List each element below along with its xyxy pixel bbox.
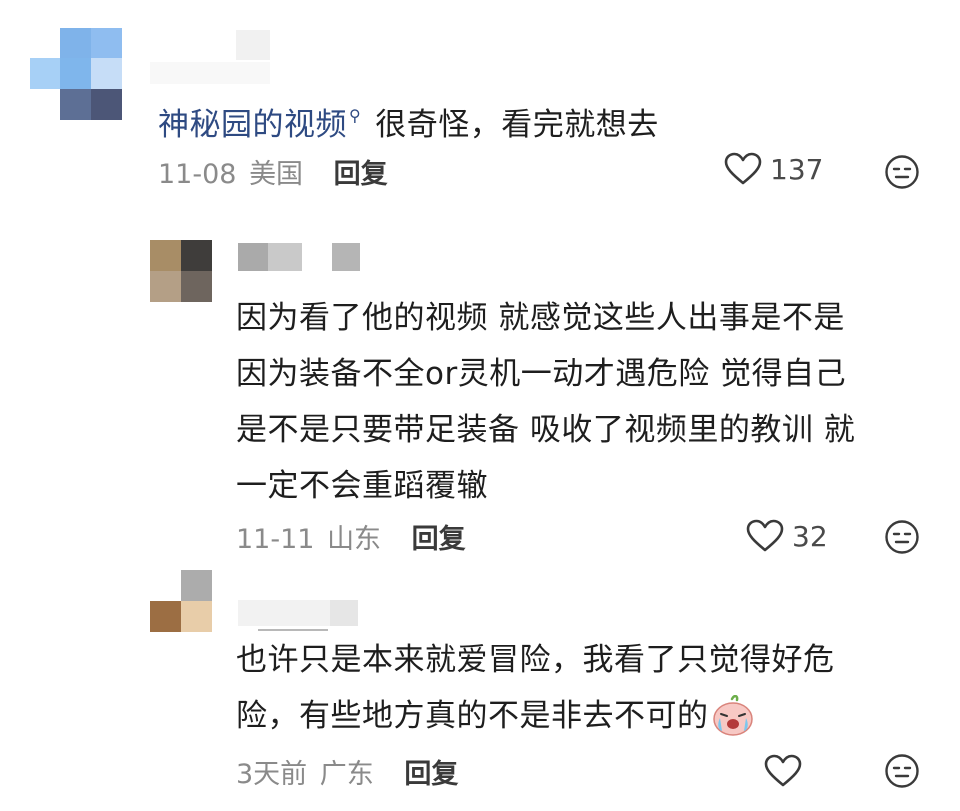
comment-text: 因为看了他的视频 就感觉这些人出事是不是 因为装备不全or灵机一动才遇危险 觉得… bbox=[236, 290, 855, 514]
heart-outline-icon bbox=[746, 519, 784, 552]
comment-text: 也许只是本来就爱冒险，我看了只觉得好危 险，有些地方真的不是非去不可的 bbox=[236, 632, 835, 744]
like-button[interactable]: 137 bbox=[724, 152, 823, 186]
comment-location: 山东 bbox=[327, 524, 382, 555]
expressionless-face-icon bbox=[885, 520, 919, 554]
comment-location: 美国 bbox=[249, 159, 304, 190]
comment-date: 11-11 bbox=[236, 524, 315, 555]
reply-button[interactable]: 回复 bbox=[404, 759, 458, 790]
comment-body: 很奇怪，看完就想去 bbox=[375, 107, 659, 143]
dislike-emoji-button[interactable] bbox=[884, 154, 920, 190]
avatar[interactable] bbox=[150, 240, 212, 302]
like-count: 137 bbox=[770, 152, 824, 186]
comment-meta: 11-08 美国 回复 bbox=[158, 152, 388, 191]
comment-line: 因为看了他的视频 就感觉这些人出事是不是 bbox=[236, 300, 845, 336]
heart-outline-icon bbox=[764, 754, 802, 787]
comment-line: 险，有些地方真的不是非去不可的 bbox=[236, 698, 709, 734]
comment-line: 也许只是本来就爱冒险，我看了只觉得好危 bbox=[236, 642, 835, 678]
username-part bbox=[332, 243, 360, 271]
dislike-emoji-button[interactable] bbox=[884, 519, 920, 555]
avatar[interactable] bbox=[150, 570, 212, 632]
reply-button[interactable]: 回复 bbox=[412, 524, 466, 555]
crying-face-emoji bbox=[712, 695, 753, 736]
dislike-emoji-button[interactable] bbox=[884, 753, 920, 789]
comment-meta: 3天前 广东 回复 bbox=[236, 752, 458, 791]
expressionless-face-icon bbox=[885, 754, 919, 788]
comment-date: 11-08 bbox=[158, 159, 237, 190]
like-button[interactable]: 32 bbox=[746, 519, 828, 553]
expressionless-face-icon bbox=[885, 155, 919, 189]
comment-text: 神秘园的视频 ⚲ 很奇怪，看完就想去 bbox=[158, 88, 659, 153]
comment-location: 广东 bbox=[319, 759, 374, 790]
search-icon[interactable]: ⚲ bbox=[349, 106, 361, 125]
username-part bbox=[330, 600, 358, 626]
comment-line: 一定不会重蹈覆辙 bbox=[236, 468, 488, 504]
comment-meta: 11-11 山东 回复 bbox=[236, 517, 466, 556]
like-count: 32 bbox=[792, 519, 828, 553]
reply-button[interactable]: 回复 bbox=[334, 159, 388, 190]
username-fade bbox=[150, 62, 270, 84]
username-underline bbox=[258, 629, 328, 631]
avatar[interactable] bbox=[30, 28, 122, 120]
username[interactable] bbox=[236, 30, 270, 60]
comment-line-with-emoji: 险，有些地方真的不是非去不可的 bbox=[236, 688, 835, 744]
comment-line: 因为装备不全or灵机一动才遇危险 觉得自己 bbox=[236, 356, 847, 392]
comment-date: 3天前 bbox=[236, 759, 308, 790]
username-part bbox=[238, 243, 268, 271]
comment-line: 是不是只要带足装备 吸收了视频里的教训 就 bbox=[236, 412, 856, 448]
like-button[interactable] bbox=[764, 754, 810, 788]
video-link[interactable]: 神秘园的视频 bbox=[158, 107, 347, 143]
heart-outline-icon bbox=[724, 152, 762, 185]
